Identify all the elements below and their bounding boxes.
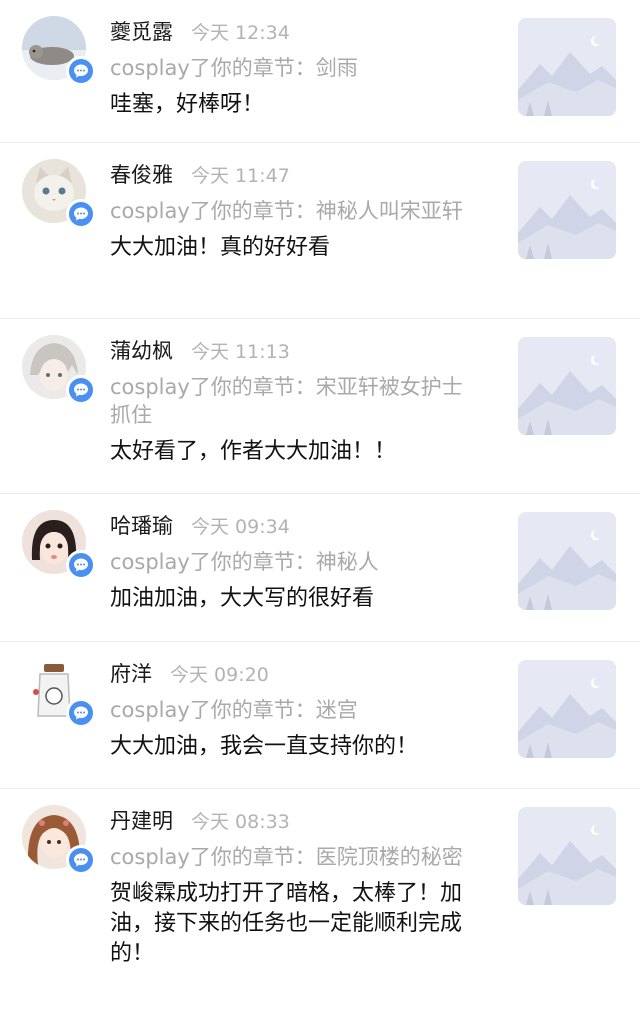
user-name[interactable]: 府洋 <box>110 658 152 688</box>
notification-text: 夔觅露 今天 12:34 cosplay了你的章节：剑雨 哇塞，好棒呀！ <box>110 16 480 120</box>
chapter-thumbnail[interactable] <box>518 660 616 758</box>
notification-text: 府洋 今天 09:20 cosplay了你的章节：迷宫 大大加油，我会一直支持你… <box>110 658 480 762</box>
user-name[interactable]: 夔觅露 <box>110 16 173 46</box>
chapter-info[interactable]: cosplay了你的章节：神秘人叫宋亚轩 <box>110 197 480 225</box>
chapter-info[interactable]: cosplay了你的章节：宋亚轩被女护士抓住 <box>110 373 480 429</box>
mountain-placeholder-icon <box>518 18 616 116</box>
chat-bubble-icon <box>66 550 96 580</box>
notification-text: 哈璠瑜 今天 09:34 cosplay了你的章节：神秘人 加油加油，大大写的很… <box>110 510 480 614</box>
chapter-thumbnail[interactable] <box>518 18 616 116</box>
chat-bubble-icon <box>66 845 96 875</box>
list-item[interactable]: 夔觅露 今天 12:34 cosplay了你的章节：剑雨 哇塞，好棒呀！ <box>0 0 640 143</box>
avatar-wrap[interactable] <box>22 805 96 875</box>
notification-text: 丹建明 今天 08:33 cosplay了你的章节：医院顶楼的秘密 贺峻霖成功打… <box>110 805 480 969</box>
chat-bubble-icon <box>66 199 96 229</box>
user-name[interactable]: 哈璠瑜 <box>110 510 173 540</box>
comment-text: 大大加油！真的好好看 <box>110 235 331 260</box>
list-item[interactable]: 春俊雅 今天 11:47 cosplay了你的章节：神秘人叫宋亚轩 大大加油！真… <box>0 143 640 319</box>
avatar-wrap[interactable] <box>22 658 96 728</box>
timestamp: 今天 11:47 <box>191 165 290 187</box>
list-item[interactable]: 哈璠瑜 今天 09:34 cosplay了你的章节：神秘人 加油加油，大大写的很… <box>0 494 640 642</box>
chapter-info[interactable]: cosplay了你的章节：神秘人 <box>110 548 480 576</box>
notification-text: 春俊雅 今天 11:47 cosplay了你的章节：神秘人叫宋亚轩 大大加油！真… <box>110 159 480 263</box>
avatar-wrap[interactable] <box>22 510 96 580</box>
notification-list: 夔觅露 今天 12:34 cosplay了你的章节：剑雨 哇塞，好棒呀！ 春俊雅… <box>0 0 640 1019</box>
timestamp: 今天 11:13 <box>191 341 290 363</box>
mountain-placeholder-icon <box>518 660 616 758</box>
timestamp: 今天 09:20 <box>170 664 269 686</box>
avatar-wrap[interactable] <box>22 159 96 229</box>
user-name[interactable]: 丹建明 <box>110 805 173 835</box>
list-item[interactable]: 蒲幼枫 今天 11:13 cosplay了你的章节：宋亚轩被女护士抓住 太好看了… <box>0 319 640 494</box>
mountain-placeholder-icon <box>518 807 616 905</box>
chat-bubble-icon <box>66 375 96 405</box>
chat-bubble-icon <box>66 698 96 728</box>
avatar-wrap[interactable] <box>22 16 96 86</box>
chapter-info[interactable]: cosplay了你的章节：剑雨 <box>110 54 480 82</box>
comment-text: 太好看了，作者大大加油！！ <box>110 439 397 464</box>
chapter-thumbnail[interactable] <box>518 512 616 610</box>
mountain-placeholder-icon <box>518 161 616 259</box>
chapter-thumbnail[interactable] <box>518 337 616 435</box>
chapter-thumbnail[interactable] <box>518 161 616 259</box>
comment-text: 贺峻霖成功打开了暗格，太棒了！加油，接下来的任务也一定能顺利完成的！ <box>110 881 463 966</box>
mountain-placeholder-icon <box>518 512 616 610</box>
timestamp: 今天 12:34 <box>191 22 290 44</box>
comment-text: 大大加油，我会一直支持你的！ <box>110 734 419 759</box>
user-name[interactable]: 春俊雅 <box>110 159 173 189</box>
chat-bubble-icon <box>66 56 96 86</box>
avatar-wrap[interactable] <box>22 335 96 405</box>
timestamp: 今天 09:34 <box>191 516 290 538</box>
chapter-info[interactable]: cosplay了你的章节：迷宫 <box>110 696 480 724</box>
notification-text: 蒲幼枫 今天 11:13 cosplay了你的章节：宋亚轩被女护士抓住 太好看了… <box>110 335 480 467</box>
comment-text: 哇塞，好棒呀！ <box>110 92 265 117</box>
mountain-placeholder-icon <box>518 337 616 435</box>
user-name[interactable]: 蒲幼枫 <box>110 335 173 365</box>
comment-text: 加油加油，大大写的很好看 <box>110 586 375 611</box>
timestamp: 今天 08:33 <box>191 811 290 833</box>
chapter-info[interactable]: cosplay了你的章节：医院顶楼的秘密 <box>110 843 480 871</box>
chapter-thumbnail[interactable] <box>518 807 616 905</box>
list-item[interactable]: 丹建明 今天 08:33 cosplay了你的章节：医院顶楼的秘密 贺峻霖成功打… <box>0 789 640 1019</box>
list-item[interactable]: 府洋 今天 09:20 cosplay了你的章节：迷宫 大大加油，我会一直支持你… <box>0 642 640 789</box>
